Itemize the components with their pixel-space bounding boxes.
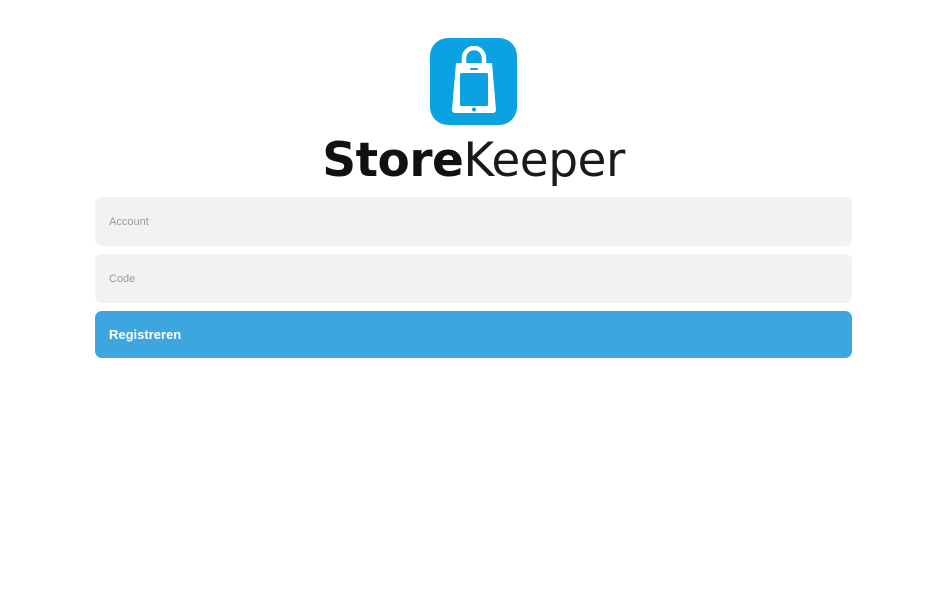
account-input[interactable]: [109, 197, 838, 246]
brand-name-light: Keeper: [463, 133, 625, 188]
register-button[interactable]: Registreren: [95, 311, 852, 358]
account-field[interactable]: [95, 197, 852, 246]
shopping-bag-tablet-icon: [451, 45, 496, 113]
code-input[interactable]: [109, 254, 838, 303]
code-field[interactable]: [95, 254, 852, 303]
storekeeper-logo-icon: [430, 38, 517, 125]
brand-name-bold: Store: [322, 133, 464, 188]
brand-wordmark: StoreKeeper: [0, 130, 947, 192]
login-page: StoreKeeper Registreren: [0, 0, 947, 592]
